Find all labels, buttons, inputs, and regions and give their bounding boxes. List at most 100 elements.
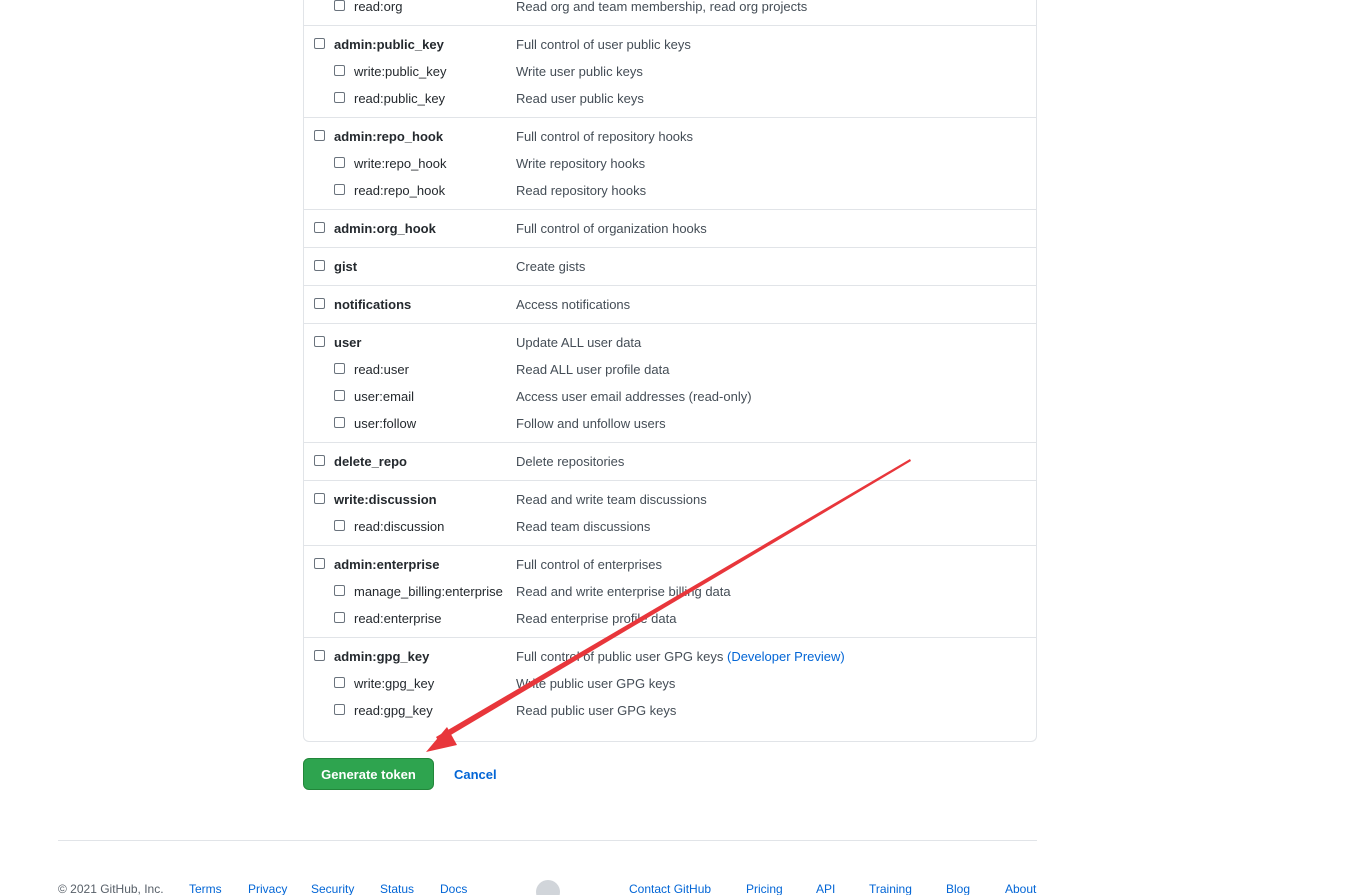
scope-name: admin:public_key (334, 37, 444, 52)
scope-row: admin:public_key Full control of user pub… (304, 31, 1036, 58)
scope-name: read:user (354, 362, 409, 377)
scope-group: write:discussion Read and write team disc… (304, 481, 1036, 546)
scope-checkbox[interactable] (334, 65, 345, 76)
scope-row: admin:org_hook Full control of organizati… (304, 215, 1036, 242)
scope-group: read:org Read org and team membership, re… (304, 0, 1036, 26)
scope-row: write:public_key Write user public keys (304, 58, 1036, 85)
scope-name: user:email (354, 389, 414, 404)
scope-description: Access user email addresses (read-only) (516, 389, 752, 404)
scope-name: read:enterprise (354, 611, 442, 626)
scope-description: Delete repositories (516, 454, 624, 469)
scope-row: read:enterprise Read enterprise profile d… (304, 605, 1036, 632)
scope-checkbox[interactable] (314, 336, 325, 347)
scope-group: admin:repo_hook Full control of repositor… (304, 118, 1036, 210)
scope-description: Read ALL user profile data (516, 362, 669, 377)
developer-preview-link[interactable]: (Developer Preview) (727, 649, 845, 664)
scope-row: user:follow Follow and unfollow users (304, 410, 1036, 437)
footer-link-training[interactable]: Training (869, 882, 912, 895)
cancel-link[interactable]: Cancel (454, 767, 497, 782)
footer-link-terms[interactable]: Terms (189, 882, 222, 895)
scope-name: read:repo_hook (354, 183, 446, 198)
scope-checkbox[interactable] (334, 704, 345, 715)
github-mark-icon[interactable] (536, 880, 560, 895)
footer-copyright: © 2021 GitHub, Inc. (58, 882, 164, 895)
scope-group: gist Create gists (304, 248, 1036, 286)
scope-description-text: Access user email addresses (read-only) (516, 389, 752, 404)
scope-checkbox[interactable] (314, 38, 325, 49)
scope-name: read:discussion (354, 519, 445, 534)
scope-description: Read enterprise profile data (516, 611, 676, 626)
scope-description: Read team discussions (516, 519, 650, 534)
footer-link-status[interactable]: Status (380, 882, 414, 895)
scope-description: Access notifications (516, 297, 630, 312)
scope-row: write:discussion Read and write team disc… (304, 486, 1036, 513)
scope-checkbox[interactable] (314, 493, 325, 504)
scope-checkbox[interactable] (334, 417, 345, 428)
scope-checkbox[interactable] (334, 520, 345, 531)
scope-row: admin:repo_hook Full control of repositor… (304, 123, 1036, 150)
scope-description-text: Full control of public user GPG keys (516, 649, 724, 664)
scope-name: user (334, 335, 362, 350)
scope-description-text: Delete repositories (516, 454, 625, 469)
scope-description-text: Follow and unfollow users (516, 416, 666, 431)
scope-checkbox[interactable] (334, 585, 345, 596)
scope-description: Read repository hooks (516, 183, 646, 198)
scope-checkbox[interactable] (334, 0, 345, 11)
scope-description: Full control of organization hooks (516, 221, 707, 236)
scope-description-text: Read enterprise profile data (516, 611, 677, 626)
scope-checkbox[interactable] (314, 222, 325, 233)
scope-description: Full control of public user GPG keys (De… (516, 649, 845, 664)
scope-description: Read user public keys (516, 91, 644, 106)
scope-checkbox[interactable] (314, 260, 325, 271)
scope-row: read:gpg_key Read public user GPG keys (304, 697, 1036, 724)
scope-description-text: Read public user GPG keys (516, 703, 677, 718)
footer-link-security[interactable]: Security (311, 882, 354, 895)
scope-description-text: Read and write enterprise billing data (516, 584, 731, 599)
scope-description-text: Write user public keys (516, 64, 643, 79)
scope-name: read:org (354, 0, 403, 14)
scope-row: user Update ALL user data (304, 329, 1036, 356)
scope-checkbox[interactable] (334, 184, 345, 195)
scope-group: admin:public_key Full control of user pub… (304, 26, 1036, 118)
scope-description-text: Full control of user public keys (516, 37, 691, 52)
scope-checkbox[interactable] (334, 363, 345, 374)
footer-divider (58, 840, 1037, 841)
scope-row: read:discussion Read team discussions (304, 513, 1036, 540)
scope-name: admin:enterprise (334, 557, 440, 572)
footer-link-docs[interactable]: Docs (440, 882, 467, 895)
scope-description-text: Full control of repository hooks (516, 129, 694, 144)
scope-group: admin:gpg_key Full control of public user… (304, 638, 1036, 729)
scope-checkbox[interactable] (314, 558, 325, 569)
footer-link-contact[interactable]: Contact GitHub (629, 882, 711, 895)
scope-checkbox[interactable] (314, 298, 325, 309)
scope-checkbox[interactable] (334, 612, 345, 623)
scope-description-text: Read org and team membership, read org p… (516, 0, 808, 14)
scope-description: Full control of enterprises (516, 557, 662, 572)
scope-row: manage_billing:enterprise Read and write … (304, 578, 1036, 605)
scope-checkbox[interactable] (314, 130, 325, 141)
scope-checkbox[interactable] (334, 677, 345, 688)
scope-checkbox[interactable] (314, 650, 325, 661)
footer-link-privacy[interactable]: Privacy (248, 882, 287, 895)
scope-name: write:public_key (354, 64, 447, 79)
scope-description-text: Read team discussions (516, 519, 651, 534)
scope-row: notifications Access notifications (304, 291, 1036, 318)
scope-description-text: Read repository hooks (516, 183, 647, 198)
scope-description-text: Write repository hooks (516, 156, 646, 171)
scope-checkbox[interactable] (334, 390, 345, 401)
scope-row: read:repo_hook Read repository hooks (304, 177, 1036, 204)
scope-name: gist (334, 259, 358, 274)
scope-checkbox[interactable] (314, 455, 325, 466)
scope-row: admin:enterprise Full control of enterpri… (304, 551, 1036, 578)
scope-description-text: Read ALL user profile data (516, 362, 670, 377)
scope-checkbox[interactable] (334, 92, 345, 103)
footer-link-about[interactable]: About (1005, 882, 1036, 895)
scope-description-text: Update ALL user data (516, 335, 642, 350)
footer-link-blog[interactable]: Blog (946, 882, 970, 895)
footer-link-api[interactable]: API (816, 882, 835, 895)
scope-checkbox[interactable] (334, 157, 345, 168)
scope-name: admin:org_hook (334, 221, 436, 236)
footer-link-pricing[interactable]: Pricing (746, 882, 783, 895)
generate-token-button[interactable]: Generate token (303, 758, 434, 790)
scope-row: user:email Access user email addresses (r… (304, 383, 1036, 410)
